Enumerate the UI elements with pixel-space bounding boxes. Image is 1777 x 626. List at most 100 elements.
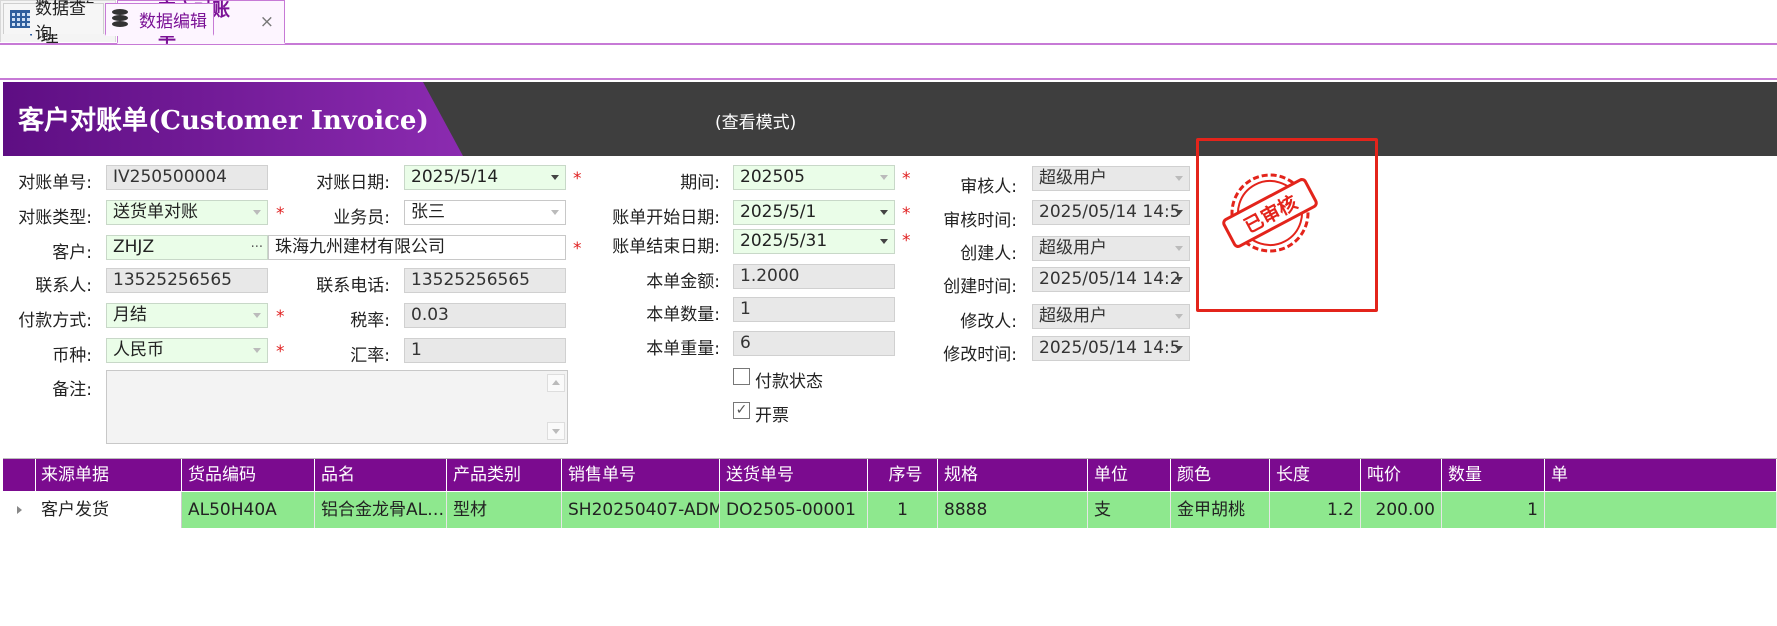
chevron-down-icon[interactable] — [551, 175, 559, 180]
chevron-down-icon[interactable] — [880, 239, 888, 244]
cell-length[interactable]: 1.2 — [1270, 492, 1361, 528]
customer-code-value: ZHJZ — [113, 237, 155, 257]
column-header-sales-order-no[interactable]: 销售单号 — [562, 459, 720, 491]
currency-select[interactable]: 人民币 — [106, 338, 268, 363]
currency-value: 人民币 — [113, 340, 164, 360]
column-header-color[interactable]: 颜色 — [1171, 459, 1270, 491]
chevron-down-icon[interactable] — [253, 210, 261, 215]
cell-unit[interactable]: 支 — [1088, 492, 1171, 528]
cell-extra[interactable] — [1545, 492, 1777, 528]
column-header-quantity[interactable]: 数量 — [1442, 459, 1545, 491]
scroll-up-button[interactable] — [547, 374, 565, 392]
modifier-select[interactable]: 超级用户 — [1032, 304, 1190, 329]
column-header-source-doc[interactable]: 来源单据 — [35, 459, 182, 491]
customer-code-field[interactable]: ZHJZ ··· — [106, 235, 268, 260]
payment-method-select[interactable]: 月结 — [106, 303, 268, 328]
chevron-down-icon[interactable] — [1175, 277, 1183, 282]
column-header-extra[interactable]: 单 — [1545, 459, 1777, 491]
remark-textarea[interactable] — [106, 370, 568, 444]
cell-product-code[interactable]: AL50H40A — [182, 492, 315, 528]
tax-rate-field[interactable]: 0.03 — [404, 303, 566, 328]
column-header-product-code[interactable]: 货品编码 — [182, 459, 315, 491]
contact-phone-label: 联系电话: — [316, 276, 390, 296]
cell-spec[interactable]: 8888 — [938, 492, 1088, 528]
period-select[interactable]: 202505 — [733, 165, 895, 190]
chevron-down-icon[interactable] — [1175, 346, 1183, 351]
grid-corner-cell — [3, 459, 36, 491]
payment-method-label: 付款方式: — [18, 311, 92, 331]
currency-label: 币种: — [52, 346, 92, 366]
chevron-down-icon[interactable] — [1175, 246, 1183, 251]
exchange-rate-field[interactable]: 1 — [404, 338, 566, 363]
salesman-label: 业务员: — [333, 208, 390, 228]
customer-name-field[interactable]: 珠海九州建材有限公司 — [268, 235, 566, 260]
amount-field[interactable]: 1.2000 — [733, 264, 895, 289]
column-header-unit[interactable]: 单位 — [1088, 459, 1171, 491]
start-date-picker[interactable]: 2025/5/1 — [733, 200, 895, 225]
customer-label: 客户: — [52, 243, 92, 263]
modifier-label: 修改人: — [960, 312, 1017, 332]
paid-status-checkbox[interactable] — [733, 368, 750, 385]
quantity-field[interactable]: 1 — [733, 297, 895, 322]
column-header-ton-price[interactable]: 吨价 — [1361, 459, 1442, 491]
cell-delivery-no[interactable]: DO2505-00001 — [720, 492, 868, 528]
modify-time-picker[interactable]: 2025/05/14 14:5 — [1032, 336, 1190, 361]
column-header-delivery-no[interactable]: 送货单号 — [720, 459, 868, 491]
creator-value: 超级用户 — [1039, 238, 1107, 258]
required-mark: * — [276, 204, 285, 224]
salesman-select[interactable]: 张三 — [404, 200, 566, 225]
cell-quantity[interactable]: 1 — [1442, 492, 1545, 528]
contact-phone-field[interactable]: 13525256565 — [404, 268, 566, 293]
cell-line-no[interactable]: 1 — [868, 492, 938, 528]
invoice-no-field[interactable]: IV250500004 — [106, 165, 268, 190]
invoice-type-label: 对账类型: — [18, 208, 92, 228]
create-time-value: 2025/05/14 14:2 — [1039, 269, 1181, 289]
cell-ton-price[interactable]: 200.00 — [1361, 492, 1442, 528]
column-header-spec[interactable]: 规格 — [938, 459, 1088, 491]
chevron-down-icon[interactable] — [1175, 314, 1183, 319]
column-header-length[interactable]: 长度 — [1270, 459, 1361, 491]
review-time-picker[interactable]: 2025/05/14 14:5 — [1032, 200, 1190, 225]
end-date-picker[interactable]: 2025/5/31 — [733, 229, 895, 254]
lookup-icon[interactable]: ··· — [251, 236, 263, 259]
chevron-down-icon[interactable] — [253, 313, 261, 318]
required-mark: * — [902, 204, 911, 224]
start-date-value: 2025/5/1 — [740, 202, 817, 222]
weight-label: 本单重量: — [646, 339, 720, 359]
contact-field[interactable]: 13525256565 — [106, 268, 268, 293]
tab-data-edit[interactable]: 数据编辑 — [105, 3, 214, 36]
cell-source-doc[interactable]: 客户发货 — [35, 492, 182, 528]
create-time-picker[interactable]: 2025/05/14 14:2 — [1032, 267, 1190, 292]
row-indicator[interactable] — [3, 492, 36, 528]
invoice-date-label: 对账日期: — [316, 173, 390, 193]
chevron-down-icon[interactable] — [880, 210, 888, 215]
column-header-product-name[interactable]: 品名 — [315, 459, 447, 491]
chevron-down-icon[interactable] — [551, 210, 559, 215]
invoice-no-label: 对账单号: — [18, 173, 92, 193]
row-expand-icon[interactable] — [17, 506, 22, 514]
grid-icon — [10, 10, 31, 28]
invoiced-checkbox[interactable]: ✓ — [733, 402, 750, 419]
weight-field[interactable]: 6 — [733, 331, 895, 356]
invoice-type-select[interactable]: 送货单对账 — [106, 200, 268, 225]
cell-product-category[interactable]: 型材 — [447, 492, 562, 528]
sub-tab-bar — [0, 44, 1777, 80]
chevron-down-icon[interactable] — [880, 175, 888, 180]
chevron-down-icon[interactable] — [1175, 176, 1183, 181]
cell-color[interactable]: 金甲胡桃 — [1171, 492, 1270, 528]
database-edit-icon — [112, 9, 134, 29]
column-header-line-no[interactable]: 序号 — [868, 459, 938, 491]
tab-data-query[interactable]: 数据查询 — [3, 0, 104, 44]
exchange-rate-label: 汇率: — [350, 346, 390, 366]
chevron-down-icon[interactable] — [1175, 210, 1183, 215]
chevron-down-icon[interactable] — [253, 348, 261, 353]
cell-sales-order-no[interactable]: SH20250407-ADM3 — [562, 492, 720, 528]
scroll-down-button[interactable] — [547, 422, 565, 440]
column-header-product-category[interactable]: 产品类别 — [447, 459, 562, 491]
invoice-date-picker[interactable]: 2025/5/14 — [404, 165, 566, 190]
reviewer-select[interactable]: 超级用户 — [1032, 166, 1190, 191]
end-date-value: 2025/5/31 — [740, 231, 828, 251]
close-icon[interactable]: × — [260, 12, 274, 32]
creator-select[interactable]: 超级用户 — [1032, 236, 1190, 261]
cell-product-name[interactable]: 铝合金龙骨AL… — [315, 492, 447, 528]
